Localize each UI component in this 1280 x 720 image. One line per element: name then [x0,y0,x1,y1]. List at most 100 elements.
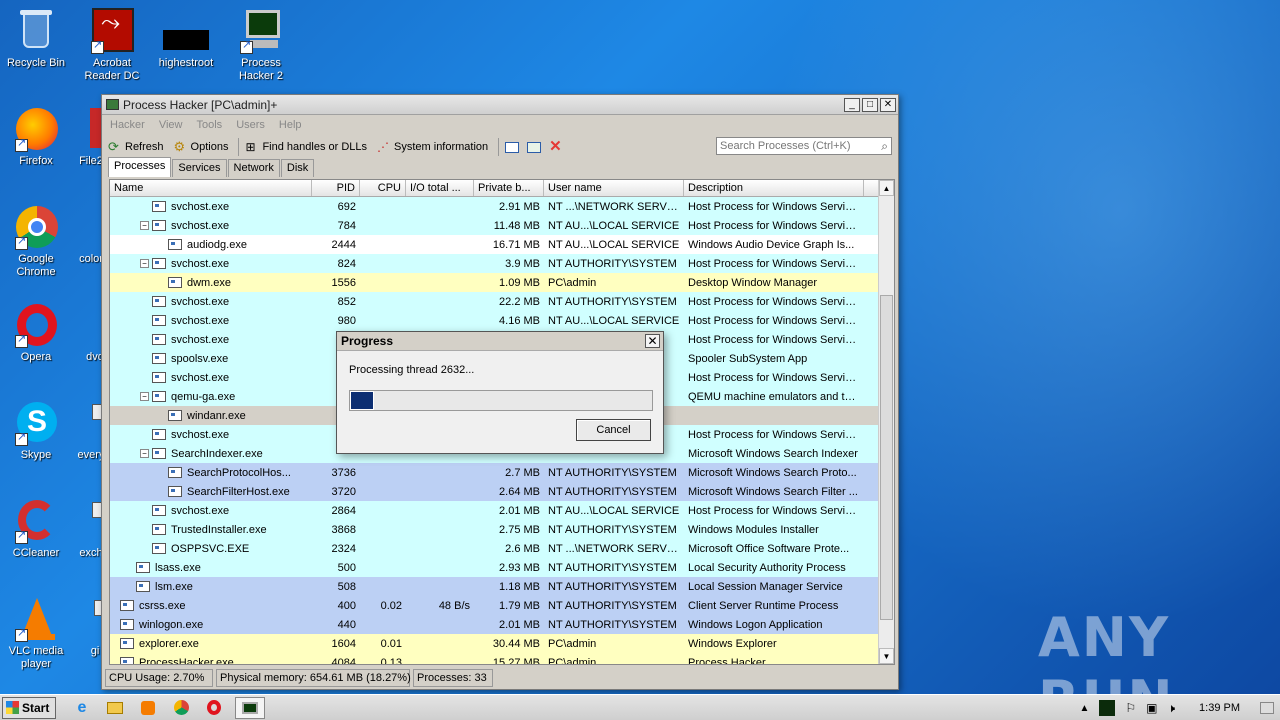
process-name-cell: svchost.exe [110,429,312,441]
table-row[interactable]: SearchProtocolHos... 3736 2.7 MB NT AUTHORI… [110,463,880,482]
column-io[interactable]: I/O total ... [406,180,474,196]
user-name-cell: NT AUTHORITY\SYSTEM [548,599,677,612]
chrome-desktop-icon[interactable]: Google Chrome [0,204,72,279]
desktop-icon-label: exch [79,547,103,559]
close-button[interactable]: ✕ [880,97,896,112]
vlc-desktop-icon[interactable]: VLC media player [0,596,72,671]
column-private-bytes[interactable]: Private b... [474,180,544,196]
taskbar-folder-icon[interactable] [103,697,127,719]
tray-network-icon[interactable]: ▣ [1146,701,1157,715]
progress-dialog[interactable]: Progress ✕ Processing thread 2632... Can… [336,331,664,454]
taskbar-process-hacker-icon[interactable] [235,696,265,719]
clock[interactable]: 1:39 PM [1199,702,1240,714]
process-hacker-desktop-icon[interactable]: Process Hacker 2 [225,8,297,83]
collapse-toggle-icon[interactable]: − [140,449,149,458]
minimize-button[interactable]: _ [844,97,860,112]
taskbar-chrome-icon[interactable] [169,697,193,719]
table-row[interactable]: audiodg.exe 2444 16.71 MB NT AU...\LOCAL SE… [110,235,880,254]
system-graph-icon: ⋰ [377,140,390,154]
table-row[interactable]: svchost.exe 980 4.16 MB NT AU...\LOCAL SERV… [110,311,880,330]
description-cell: Microsoft Office Software Prote... [688,542,850,555]
process-name: SearchIndexer.exe [171,447,263,460]
collapse-toggle-icon[interactable]: − [140,392,149,401]
scroll-thumb[interactable] [880,295,893,620]
process-name: svchost.exe [171,257,230,270]
process-name: dwm.exe [187,276,232,289]
pid-cell: 1556 [331,276,356,289]
taskbar-opera-icon[interactable] [202,697,226,719]
ccleaner-desktop-icon[interactable]: CCleaner [0,498,72,560]
menu-tools[interactable]: Tools [197,119,223,131]
process-icon [120,657,134,664]
column-description[interactable]: Description [684,180,864,196]
pid-cell: 2864 [331,504,356,517]
user-name-cell: NT AUTHORITY\SYSTEM [548,466,677,479]
options-button[interactable]: ⚙ Options [174,140,229,154]
desktop-icon-label: Skype [20,449,52,461]
private-bytes-cell: 22.2 MB [499,295,540,308]
table-row[interactable]: − svchost.exe 784 11.48 MB NT AU...\LOCAL SE… [110,216,880,235]
collapse-toggle-icon[interactable]: − [140,259,149,268]
gear-icon: ⚙ [173,139,186,154]
table-row[interactable]: lsm.exe 508 1.18 MB NT AUTHORITY\SYSTEM Loca… [110,577,880,596]
tray-process-hacker-icon[interactable] [1099,700,1116,716]
show-desktop-button[interactable] [1260,702,1274,714]
table-row[interactable]: TrustedInstaller.exe 3868 2.75 MB NT AUTHOR… [110,520,880,539]
tab-services[interactable]: Services [172,159,227,177]
opera-desktop-icon[interactable]: Opera [0,302,72,364]
tray-volume-icon[interactable]: 🕨 [1167,701,1175,716]
status-cpu: CPU Usage: 2.70% [105,669,213,687]
start-button[interactable]: Start [2,696,56,719]
system-info-button[interactable]: ⋰ System information [377,140,488,154]
table-row[interactable]: ProcessHacker.exe 4084 0.13 15.27 MB PC\admi… [110,653,880,664]
collapse-toggle-icon[interactable]: − [140,221,149,230]
search-input[interactable]: Search Processes (Ctrl+K) ⌕ [716,137,892,155]
table-row[interactable]: SearchFilterHost.exe 3720 2.64 MB NT AUTHOR… [110,482,880,501]
menu-view[interactable]: View [159,119,183,131]
skype-desktop-icon[interactable]: S Skype [0,400,72,462]
taskbar-ie-icon[interactable]: e [70,697,94,719]
table-row[interactable]: explorer.exe 1604 0.01 30.44 MB PC\admin Wind… [110,634,880,653]
acrobat-desktop-icon[interactable]: ⤳ Acrobat Reader DC [76,8,148,83]
table-row[interactable]: winlogon.exe 440 2.01 MB NT AUTHORITY\SYSTE… [110,615,880,634]
vertical-scrollbar[interactable]: ▲ ▼ [878,180,894,664]
table-row[interactable]: csrss.exe 400 0.02 48 B/s 1.79 MB NT AUTHORIT… [110,596,880,615]
window-button[interactable] [505,141,520,153]
firefox-desktop-icon[interactable]: Firefox [0,106,72,168]
scroll-down-icon[interactable]: ▼ [879,648,894,664]
refresh-button[interactable]: ⟳ Refresh [108,140,164,154]
menu-users[interactable]: Users [236,119,265,131]
window-titlebar[interactable]: Process Hacker [PC\admin]+ _ □ ✕ [102,95,898,115]
table-row[interactable]: dwm.exe 1556 1.09 MB PC\admin Desktop Window… [110,273,880,292]
terminate-button[interactable]: ✕ [549,139,563,154]
tray-expand-icon[interactable]: ▲ [1079,703,1089,714]
tab-disk[interactable]: Disk [280,159,315,177]
table-row[interactable]: svchost.exe 2864 2.01 MB NT AU...\LOCAL SER… [110,501,880,520]
menu-help[interactable]: Help [279,119,302,131]
maximize-button[interactable]: □ [862,97,878,112]
column-name[interactable]: Name [110,180,312,196]
scroll-up-icon[interactable]: ▲ [879,180,894,196]
table-row[interactable]: OSPPSVC.EXE 2324 2.6 MB NT ...\NETWORK SERV… [110,539,880,558]
process-name-cell: SearchProtocolHos... [110,467,312,479]
table-row[interactable]: lsass.exe 500 2.93 MB NT AUTHORITY\SYSTEM Lo… [110,558,880,577]
tab-processes[interactable]: Processes [108,157,172,177]
table-row[interactable]: svchost.exe 852 22.2 MB NT AUTHORITY\SYSTEM… [110,292,880,311]
find-handles-button[interactable]: ⊞ Find handles or DLLs [245,140,367,154]
column-cpu[interactable]: CPU [360,180,406,196]
column-user-name[interactable]: User name [544,180,684,196]
menu-hacker[interactable]: Hacker [110,119,145,131]
highestroot-desktop-icon[interactable]: highestroot [150,8,222,70]
tray-flag-icon[interactable]: ⚐ [1125,701,1136,715]
progress-bar [349,390,653,411]
dialog-titlebar[interactable]: Progress ✕ [337,332,663,351]
table-row[interactable]: − svchost.exe 824 3.9 MB NT AUTHORITY\SYSTEM… [110,254,880,273]
tab-network[interactable]: Network [227,159,280,177]
column-pid[interactable]: PID [312,180,360,196]
window-go-button[interactable] [527,141,542,153]
taskbar-media-player-icon[interactable] [136,697,160,719]
dialog-close-button[interactable]: ✕ [645,334,660,348]
table-row[interactable]: svchost.exe 692 2.91 MB NT ...\NETWORK SERV… [110,197,880,216]
recycle-bin-desktop-icon[interactable]: Recycle Bin [0,8,72,70]
cancel-button[interactable]: Cancel [576,419,651,441]
